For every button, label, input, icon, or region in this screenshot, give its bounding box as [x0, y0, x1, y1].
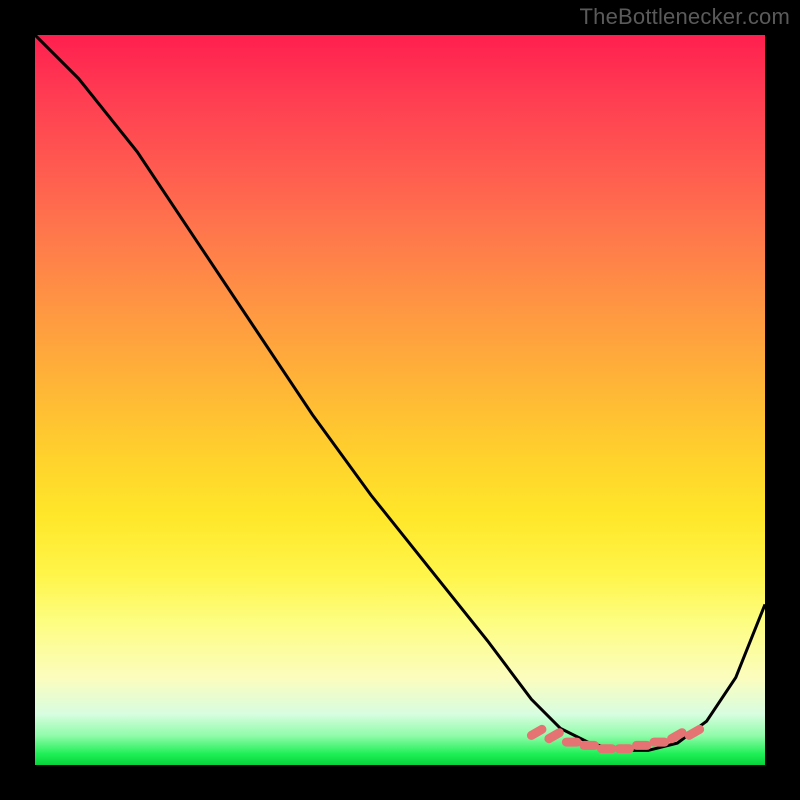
bottleneck-curve [35, 35, 765, 750]
chart-container: TheBottlenecker.com [0, 0, 800, 800]
attribution-label: TheBottlenecker.com [580, 4, 790, 30]
trough-markers [531, 729, 699, 748]
curve-svg [35, 35, 765, 765]
plot-area [35, 35, 765, 765]
